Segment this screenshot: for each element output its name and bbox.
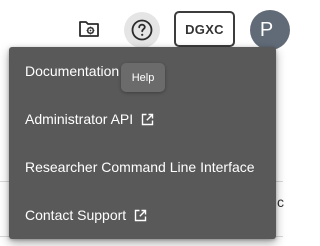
folder-settings-icon — [79, 21, 99, 37]
cluster-selector-button[interactable]: DGXC — [174, 11, 235, 47]
menu-item-administrator-api[interactable]: Administrator API — [9, 95, 276, 143]
help-tooltip: Help — [121, 63, 165, 92]
user-avatar[interactable]: P — [250, 10, 290, 50]
external-link-icon — [134, 209, 147, 222]
background-divider — [276, 236, 283, 237]
menu-item-contact-support[interactable]: Contact Support — [9, 191, 276, 239]
help-button[interactable] — [124, 12, 160, 48]
avatar-initial: P — [259, 18, 274, 41]
menu-item-label: Administrator API — [25, 111, 134, 127]
menu-item-label: Documentation — [25, 63, 120, 79]
background-text-fragment: c — [277, 194, 284, 210]
menu-item-label: Contact Support — [25, 207, 127, 223]
help-icon — [131, 19, 153, 41]
external-link-icon — [141, 113, 154, 126]
background-divider — [276, 181, 283, 182]
folder-settings-button[interactable] — [72, 12, 106, 46]
tooltip-text: Help — [131, 71, 155, 84]
menu-item-label: Researcher Command Line Interface — [25, 159, 255, 175]
menu-item-researcher-cli[interactable]: Researcher Command Line Interface — [9, 143, 276, 191]
cluster-label: DGXC — [185, 21, 224, 37]
